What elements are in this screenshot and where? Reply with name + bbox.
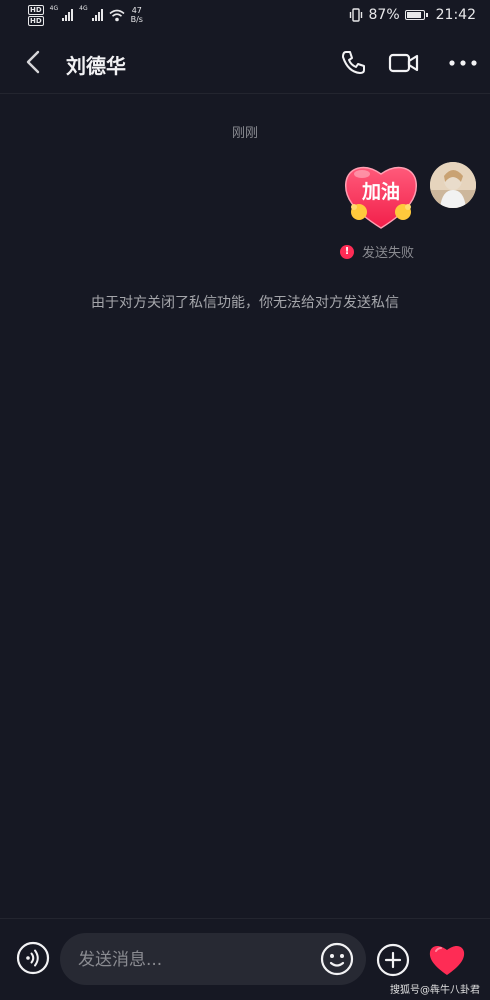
emoji-button[interactable] bbox=[320, 942, 354, 976]
contact-name: 刘德华 bbox=[66, 54, 126, 78]
signal-icon bbox=[91, 9, 103, 21]
more-options-button[interactable] bbox=[448, 48, 478, 78]
add-attachment-button[interactable] bbox=[376, 943, 410, 977]
system-notice: 由于对方关闭了私信功能，你无法给对方发送私信 bbox=[91, 295, 399, 311]
video-call-button[interactable] bbox=[388, 48, 420, 78]
message-input[interactable] bbox=[76, 933, 320, 987]
voice-call-button[interactable] bbox=[338, 48, 368, 78]
sticker-text: 加油 bbox=[361, 181, 400, 203]
speed-unit: B/s bbox=[130, 15, 143, 24]
message-input-container bbox=[60, 933, 366, 987]
clock: 21:42 bbox=[435, 7, 476, 23]
send-failed-text: 发送失败 bbox=[362, 246, 415, 261]
battery-icon bbox=[404, 10, 428, 20]
network-type-1: 4G bbox=[49, 4, 59, 12]
hd-icon: HD bbox=[28, 4, 44, 15]
chat-header: 刘德华 bbox=[0, 30, 490, 94]
avatar-image bbox=[430, 162, 476, 208]
voice-message-button[interactable] bbox=[16, 941, 50, 975]
network-type-2: 4G bbox=[79, 4, 88, 12]
wifi-icon bbox=[109, 9, 125, 21]
message-timestamp: 刚刚 bbox=[231, 126, 258, 141]
chat-screen: HD HD 4G 4G 47 B/s 87% 21:42 刘德华 刚刚 加油 !… bbox=[0, 0, 490, 1000]
heart-button[interactable] bbox=[428, 943, 466, 977]
watermark: 搜狐号@犇牛八卦君 bbox=[390, 985, 480, 996]
user-avatar[interactable] bbox=[430, 162, 476, 208]
message-composer: 搜狐号@犇牛八卦君 bbox=[0, 918, 490, 1000]
hd-icon: HD bbox=[28, 15, 44, 26]
status-left: HD HD 4G 4G 47 B/s bbox=[28, 4, 143, 26]
vibrate-icon bbox=[349, 8, 362, 22]
back-button[interactable] bbox=[20, 48, 48, 76]
signal-icon bbox=[62, 9, 74, 21]
speed-value: 47 bbox=[131, 6, 142, 15]
status-right: 87% 21:42 bbox=[348, 7, 476, 23]
network-speed: 47 B/s bbox=[131, 6, 143, 24]
send-failed-status: ! 发送失败 bbox=[340, 242, 414, 261]
error-icon: ! bbox=[340, 244, 354, 259]
status-bar: HD HD 4G 4G 47 B/s 87% 21:42 bbox=[0, 0, 490, 30]
hd-icons: HD HD bbox=[28, 4, 44, 26]
sticker-message[interactable]: 加油 bbox=[342, 160, 420, 232]
battery-percent: 87% bbox=[368, 7, 400, 23]
